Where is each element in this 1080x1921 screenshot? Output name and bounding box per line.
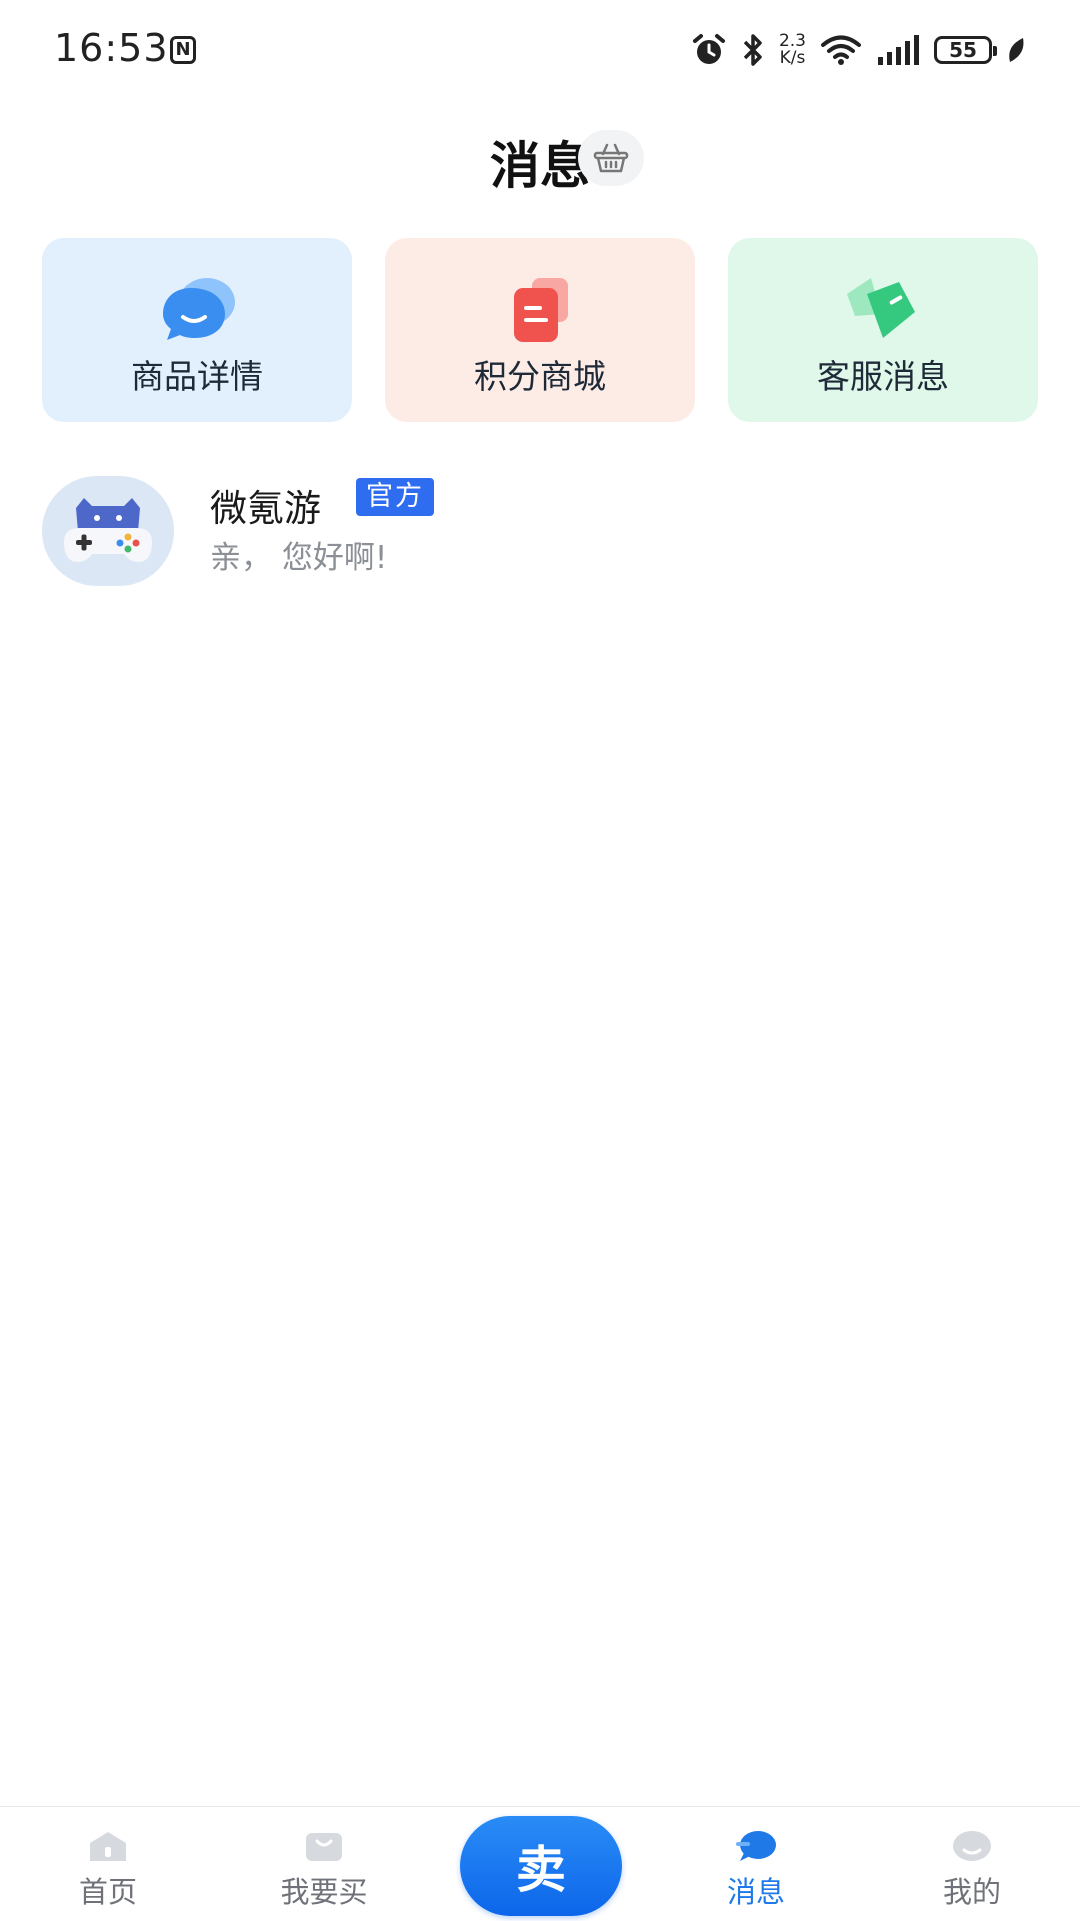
official-badge: 官方 [356, 478, 434, 516]
tab-profile[interactable]: 我的 [892, 1807, 1052, 1921]
message-sender-name: 微氪游 [210, 487, 321, 530]
card-customer-service[interactable]: 客服消息 [728, 238, 1038, 422]
basket-icon [593, 143, 629, 173]
quick-cards: 商品详情 积分商城 客服消息 [42, 238, 1038, 422]
network-speed-unit: K/s [779, 48, 806, 68]
message-icon [736, 1831, 776, 1861]
card-points-mall[interactable]: 积分商城 [385, 238, 695, 422]
chat-bubble-icon [163, 278, 235, 340]
game-controller-avatar-icon [42, 476, 174, 586]
tab-label: 我要买 [280, 1875, 368, 1909]
tab-home[interactable]: 首页 [28, 1807, 188, 1921]
megaphone-icon [847, 278, 915, 338]
sell-button-label: 卖 [516, 1841, 566, 1899]
card-product-details[interactable]: 商品详情 [42, 238, 352, 422]
sell-button[interactable]: 卖 [460, 1816, 622, 1916]
tab-buy[interactable]: 我要买 [244, 1807, 404, 1921]
wifi-icon [821, 35, 861, 65]
leaf-icon [1009, 38, 1024, 62]
network-speed: 2.3 K/s [779, 33, 806, 67]
basket-button[interactable] [578, 130, 644, 186]
status-bar: 16:53 N 2.3 K/s 55 [0, 0, 1080, 100]
avatar [42, 476, 174, 586]
bluetooth-icon [743, 34, 762, 66]
list-item[interactable]: 微氪游 官方 亲， 您好啊! [42, 474, 1038, 590]
status-icons: 2.3 K/s 55 [691, 30, 1026, 70]
document-icon [514, 278, 568, 342]
nfc-icon: N [170, 36, 196, 64]
signal-icon [878, 35, 919, 65]
profile-icon [953, 1831, 991, 1861]
shopping-bag-icon [306, 1833, 342, 1861]
message-preview: 亲， 您好啊! [210, 540, 388, 576]
card-label: 客服消息 [817, 357, 949, 396]
card-label: 商品详情 [131, 357, 263, 396]
battery-indicator: 55 [934, 36, 997, 64]
alarm-icon [692, 34, 725, 64]
tab-messages[interactable]: 消息 [676, 1807, 836, 1921]
tab-label: 首页 [78, 1875, 137, 1909]
status-time: 16:53 [54, 26, 169, 70]
page-title: 消息 [490, 137, 590, 195]
tab-label: 我的 [942, 1875, 1001, 1909]
home-icon [90, 1832, 126, 1861]
card-label: 积分商城 [474, 357, 606, 396]
tab-label: 消息 [726, 1875, 785, 1909]
